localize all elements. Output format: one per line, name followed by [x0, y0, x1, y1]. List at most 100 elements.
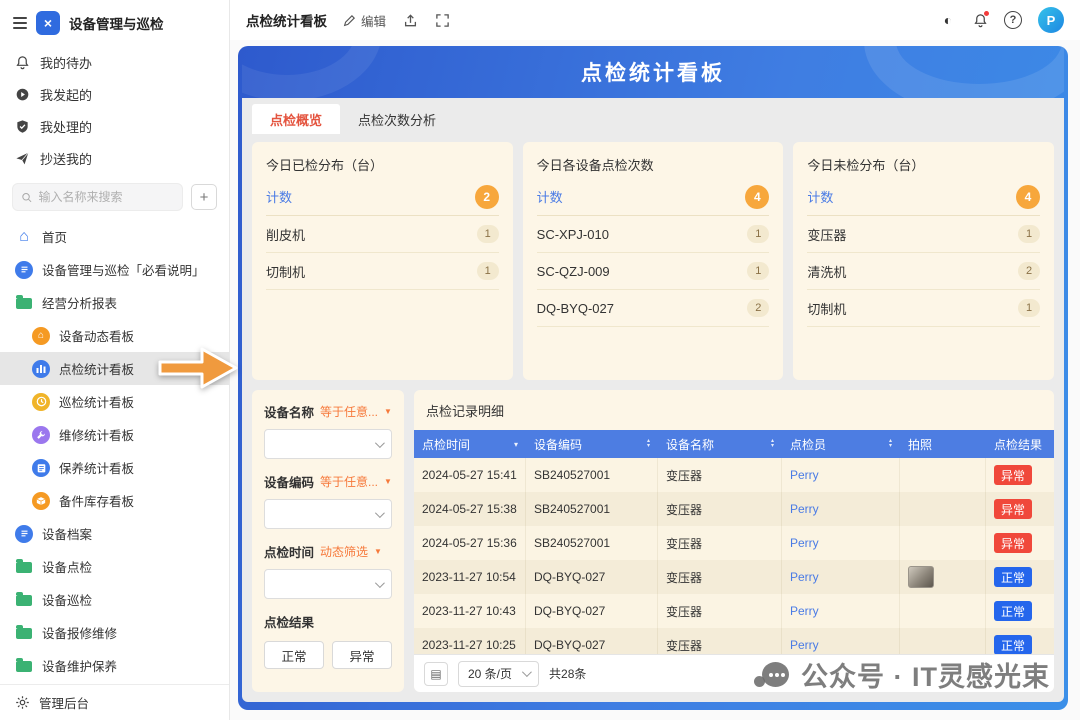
inspector-link[interactable]: Perry: [790, 570, 819, 584]
inspect-time-select[interactable]: [264, 569, 392, 599]
item-label: 清洗机: [807, 262, 846, 281]
watermark-logo-icon: [754, 660, 790, 690]
sort-icon[interactable]: ▴▾: [771, 439, 774, 449]
sidebar-item-label: 设备点检: [42, 557, 92, 576]
sidebar-item-device-inspection[interactable]: 设备点检: [0, 550, 229, 583]
edit-button[interactable]: 编辑: [343, 11, 386, 30]
col-header-result[interactable]: 点检结果: [986, 430, 1054, 458]
sidebar-item-device-archive[interactable]: 设备档案: [0, 517, 229, 550]
annotation-arrow-icon: [156, 342, 240, 394]
tab-count-analysis[interactable]: 点检次数分析: [340, 104, 454, 134]
sidebar-item-home[interactable]: ⌂ 首页: [0, 220, 229, 253]
play-circle-icon: [15, 87, 30, 102]
check-circle-icon: [15, 119, 30, 134]
inspector-link[interactable]: Perry: [790, 536, 819, 550]
avatar[interactable]: P: [1038, 7, 1064, 33]
list-item: SC-QZJ-009 1: [537, 253, 770, 290]
list-item: 切制机 1: [266, 253, 499, 290]
share-button[interactable]: [402, 12, 418, 28]
fullscreen-button[interactable]: [434, 12, 450, 28]
table-row[interactable]: 2023-11-27 10:43 DQ-BYQ-027 变压器 Perry 正常: [414, 594, 1054, 628]
col-header-name[interactable]: 设备名称▴▾: [658, 430, 782, 458]
col-header-photo[interactable]: 拍照: [900, 430, 986, 458]
app-logo-icon: ×: [36, 11, 60, 35]
sidebar-item-label: 设备动态看板: [59, 326, 134, 345]
count-row[interactable]: 计数 4: [537, 178, 770, 216]
table-row[interactable]: 2024-05-27 15:36 SB240527001 变压器 Perry 异…: [414, 526, 1054, 560]
filter-operator[interactable]: 等于任意...: [320, 473, 378, 490]
count-row[interactable]: 计数 2: [266, 178, 499, 216]
add-button[interactable]: +: [191, 184, 217, 210]
collapse-sidebar-icon[interactable]: [13, 17, 27, 29]
count-link[interactable]: 计数: [537, 187, 563, 206]
send-icon: [15, 151, 30, 166]
inspector-link[interactable]: Perry: [790, 502, 819, 516]
quick-item-initiated[interactable]: 我发起的: [0, 78, 229, 110]
stat-card-checked-today: 今日已检分布（台） 计数 2 削皮机 1 切制机 1: [252, 142, 513, 380]
quick-item-cc[interactable]: 抄送我的: [0, 142, 229, 174]
sidebar-item-report-group[interactable]: 经营分析报表: [0, 286, 229, 319]
filter-operator-toggle[interactable]: 点检时间 动态筛选 ▼: [264, 542, 392, 561]
bell-icon: [15, 55, 30, 70]
item-badge: 1: [1018, 225, 1040, 243]
col-header-time[interactable]: 点检时间▾: [414, 430, 526, 458]
col-header-inspector[interactable]: 点检员▴▾: [782, 430, 900, 458]
sidebar-item-device-patrol[interactable]: 设备巡检: [0, 583, 229, 616]
gear-icon: [15, 695, 30, 710]
filter-label: 设备名称: [264, 402, 314, 421]
sort-desc-icon[interactable]: ▾: [514, 440, 518, 449]
sidebar-item-label: 设备管理与巡检「必看说明」: [42, 260, 205, 279]
search-icon: [21, 191, 33, 204]
table-row[interactable]: 2023-11-27 10:54 DQ-BYQ-027 变压器 Perry 正常: [414, 560, 1054, 594]
search-input[interactable]: [39, 190, 174, 204]
inspector-link[interactable]: Perry: [790, 638, 819, 652]
count-row[interactable]: 计数 4: [807, 178, 1040, 216]
sort-icon[interactable]: ▴▾: [647, 439, 650, 449]
result-filter-label: 点检结果: [264, 612, 392, 631]
sidebar-item-readme[interactable]: 设备管理与巡检「必看说明」: [0, 253, 229, 286]
theme-toggle-icon[interactable]: ◐: [940, 12, 956, 28]
item-label: 削皮机: [266, 225, 305, 244]
sidebar-item-maintenance-stats[interactable]: 保养统计看板: [0, 451, 229, 484]
col-header-code[interactable]: 设备编码▴▾: [526, 430, 658, 458]
inspector-link[interactable]: Perry: [790, 468, 819, 482]
admin-backend-link[interactable]: 管理后台: [0, 684, 229, 720]
sidebar-item-label: 备件库存看板: [59, 491, 134, 510]
photo-thumbnail[interactable]: [908, 566, 934, 588]
table-row[interactable]: 2024-05-27 15:38 SB240527001 变压器 Perry 异…: [414, 492, 1054, 526]
list-item: 切制机 1: [807, 290, 1040, 327]
table-title: 点检记录明细: [414, 396, 1054, 430]
sidebar-item-label: 设备维护保养: [42, 656, 117, 675]
table-view-button[interactable]: ▤: [424, 662, 448, 686]
filter-operator-toggle[interactable]: 设备编码 等于任意... ▼: [264, 472, 392, 491]
quick-item-processed[interactable]: 我处理的: [0, 110, 229, 142]
quick-item-todo[interactable]: 我的待办: [0, 46, 229, 78]
filter-operator[interactable]: 动态筛选: [320, 543, 368, 560]
device-code-select[interactable]: [264, 499, 392, 529]
device-name-select[interactable]: [264, 429, 392, 459]
result-abnormal-button[interactable]: 异常: [332, 641, 392, 669]
sidebar-item-device-repair[interactable]: 设备报修维修: [0, 616, 229, 649]
inspector-link[interactable]: Perry: [790, 604, 819, 618]
tab-overview[interactable]: 点检概览: [252, 104, 340, 134]
sidebar-item-device-maintain[interactable]: 设备维护保养: [0, 649, 229, 682]
count-link[interactable]: 计数: [266, 187, 292, 206]
home-icon: ⌂: [15, 229, 33, 245]
table-row[interactable]: 2024-05-27 15:41 SB240527001 变压器 Perry 异…: [414, 458, 1054, 492]
page-size-select[interactable]: 20 条/页: [458, 661, 539, 687]
sidebar-item-spareparts-stats[interactable]: 备件库存看板: [0, 484, 229, 517]
stat-card-unchecked-today: 今日未检分布（台） 计数 4 变压器 1 清洗机 2: [793, 142, 1054, 380]
notifications-button[interactable]: [972, 12, 988, 28]
upload-icon: [403, 13, 418, 28]
status-badge: 异常: [994, 465, 1032, 485]
filter-operator[interactable]: 等于任意...: [320, 403, 378, 420]
search-box[interactable]: [12, 183, 183, 211]
result-normal-button[interactable]: 正常: [264, 641, 324, 669]
sidebar-item-repair-stats[interactable]: 维修统计看板: [0, 418, 229, 451]
sidebar-item-label: 保养统计看板: [59, 458, 134, 477]
count-link[interactable]: 计数: [807, 187, 833, 206]
filter-operator-toggle[interactable]: 设备名称 等于任意... ▼: [264, 402, 392, 421]
sort-icon[interactable]: ▴▾: [889, 439, 892, 449]
topbar-right: ◐ ? P: [940, 7, 1064, 33]
help-button[interactable]: ?: [1004, 11, 1022, 29]
